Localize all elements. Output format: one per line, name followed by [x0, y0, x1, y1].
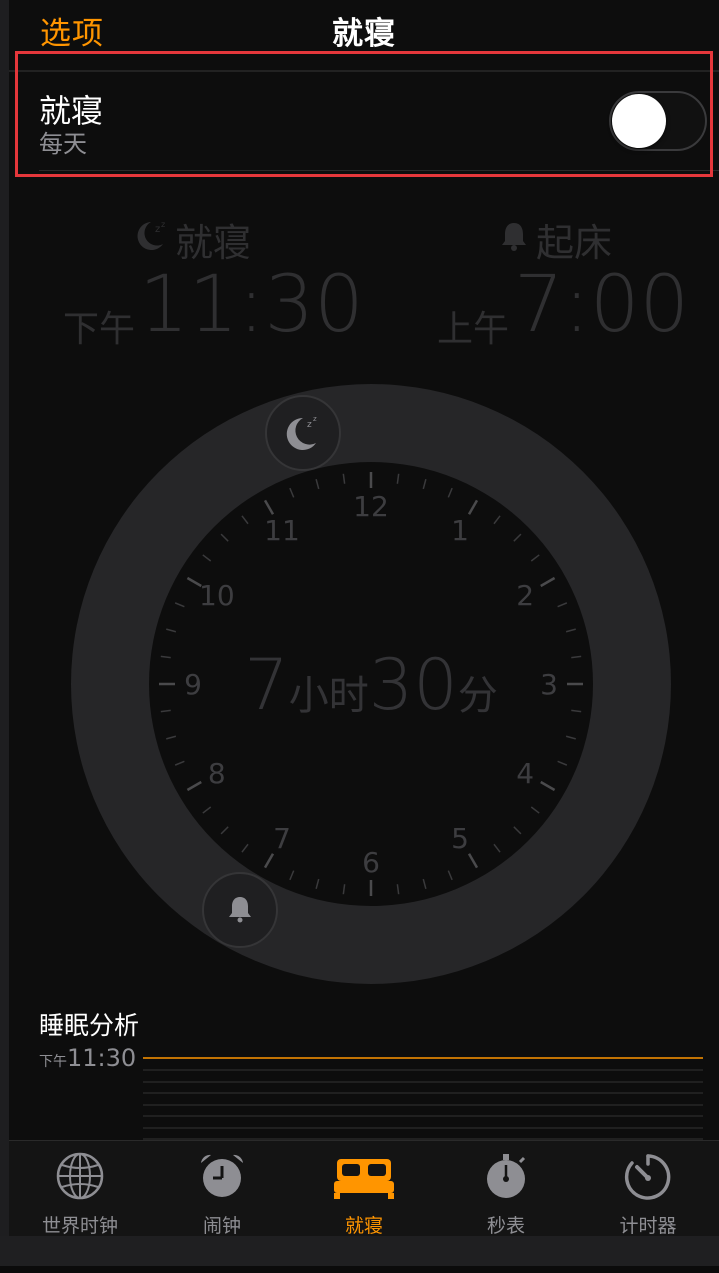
duration-hours: 7 — [244, 644, 289, 726]
bed-icon — [334, 1159, 394, 1199]
timer-icon — [624, 1154, 671, 1200]
duration-hours-unit: 小时 — [288, 673, 369, 719]
dial-hour-number: 10 — [199, 579, 235, 612]
analysis-ampm: 下午 — [39, 1054, 67, 1070]
bedtime-screen: 选项 就寝 就寝 每天 z z 就寝 下午 11:30 起床 上午 7:00 1… — [9, 0, 719, 1236]
tab-label: 就寝 — [344, 1215, 383, 1236]
left-edge — [0, 0, 9, 1236]
duration-minutes: 30 — [368, 644, 458, 726]
globe-icon — [56, 1152, 104, 1200]
tab-label: 计时器 — [619, 1215, 677, 1236]
svg-text:z: z — [307, 420, 312, 430]
tab-stopwatch[interactable]: 秒表 — [435, 1141, 577, 1236]
tab-world-clock[interactable]: 世界时钟 — [9, 1141, 151, 1236]
duration-minutes-unit: 分 — [457, 673, 498, 719]
dial-hour-number: 5 — [451, 822, 469, 855]
sleep-analysis-chart — [143, 1057, 703, 1140]
dial-hour-number: 4 — [516, 757, 534, 790]
dial-hour-number: 12 — [353, 490, 389, 523]
sleep-duration: 7小时30分 — [9, 644, 719, 726]
bedtime-handle[interactable]: z z — [265, 395, 341, 471]
bottom-line — [0, 1266, 719, 1273]
sleep-dial[interactable]: 121234567891011 z z — [9, 0, 719, 1000]
dial-hour-number: 2 — [516, 579, 534, 612]
sleep-analysis-title: 睡眠分析 — [39, 1011, 140, 1040]
alarm-clock-icon — [201, 1154, 243, 1197]
svg-text:z: z — [313, 415, 317, 423]
wake-handle[interactable] — [202, 872, 278, 948]
dial-hour-number: 1 — [451, 514, 469, 547]
dial-hour-number: 7 — [273, 822, 291, 855]
tab-label: 秒表 — [486, 1215, 525, 1236]
tab-bedtime[interactable]: 就寝 — [293, 1141, 435, 1236]
tab-label: 闹钟 — [202, 1215, 241, 1236]
stopwatch-icon — [487, 1154, 526, 1198]
sleep-analysis-time: 下午11:30 — [39, 1044, 136, 1072]
tab-bar: 世界时钟 闹钟 就寝 秒表 计时器 — [9, 1140, 719, 1236]
dial-hour-number: 6 — [362, 846, 380, 879]
tab-alarm[interactable]: 闹钟 — [151, 1141, 293, 1236]
tab-timer[interactable]: 计时器 — [577, 1141, 719, 1236]
dial-hour-number: 8 — [208, 757, 226, 790]
dial-hour-number: 11 — [264, 514, 300, 547]
tab-label: 世界时钟 — [41, 1215, 118, 1236]
analysis-clock: 11:30 — [67, 1044, 137, 1072]
